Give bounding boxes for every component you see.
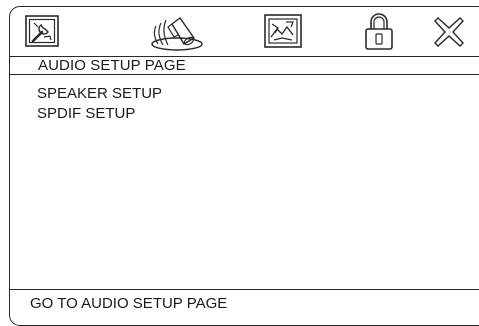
status-text: GO TO AUDIO SETUP PAGE: [30, 295, 228, 312]
speaker-icon: [151, 17, 203, 51]
status-bar: [9, 289, 479, 291]
page-title: AUDIO SETUP PAGE: [38, 57, 186, 74]
system-setup-icon: [24, 15, 59, 47]
setup-tab-bar: [9, 6, 479, 57]
menu-item-spdif-setup[interactable]: SPDIF SETUP: [37, 104, 162, 124]
tab-audio-setup[interactable]: [139, 9, 209, 55]
lock-icon: [365, 13, 393, 50]
tab-exit[interactable]: [419, 9, 479, 55]
audio-setup-menu: SPEAKER SETUP SPDIF SETUP: [37, 84, 162, 124]
tab-preference[interactable]: [344, 9, 414, 55]
close-icon: [434, 17, 464, 47]
tab-video-setup[interactable]: [249, 9, 319, 55]
tab-system-setup[interactable]: [9, 9, 74, 55]
video-setup-icon: [264, 14, 302, 48]
menu-item-speaker-setup[interactable]: SPEAKER SETUP: [37, 84, 162, 104]
